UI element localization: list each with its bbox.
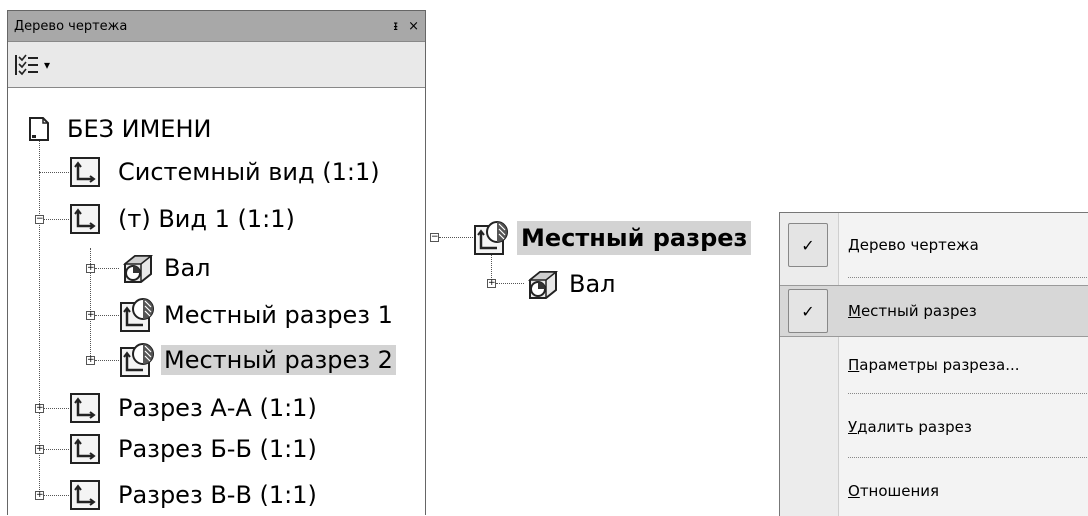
tree-node-label: Вал [164,254,211,282]
tree-node-label: Местный разрез 1 [164,301,393,329]
menu-item-local-cut[interactable]: ✓ Местный разрез [780,285,1088,337]
menu-separator [848,277,1088,278]
panel-title: Дерево чертежа [14,18,128,34]
drawing-tree: − + + + + + + БЕЗ ИМЕНИ Системный вид (1… [8,88,425,515]
expand-toggle[interactable]: + [35,491,44,500]
panel-toolbar: ▾ [8,42,425,88]
menu-item-label: Параметры разреза... [848,356,1020,374]
menu-item-cut-parameters[interactable]: Параметры разреза... [780,343,1088,387]
expand-toggle[interactable]: + [35,445,44,454]
tree-line [44,219,69,220]
document-icon [28,116,50,142]
local-cut-icon [119,342,155,378]
tree-node-label: Системный вид (1:1) [118,158,380,186]
expand-toggle[interactable]: + [86,311,95,320]
view-icon [69,156,101,188]
local-cut-icon [119,297,155,333]
tree-line [95,268,119,269]
menu-item-label: Отношения [848,482,940,500]
collapse-toggle[interactable]: − [35,215,44,224]
view-icon [69,392,101,424]
tree-node-local-cut-2[interactable]: Местный разрез 2 [119,341,396,379]
tree-node-label: БЕЗ ИМЕНИ [67,115,212,143]
tree-node-shaft[interactable]: Вал [119,249,214,287]
menu-separator [848,393,1088,394]
tree-node-system-view[interactable]: Системный вид (1:1) [69,153,383,191]
part-icon [524,266,560,302]
menu-item-delete-cut[interactable]: Удалить разрез [780,405,1088,449]
collapse-toggle[interactable]: − [430,233,439,242]
tree-line [44,495,69,496]
tree-node-local-cut-1[interactable]: Местный разрез 1 [119,296,396,334]
local-cut-icon [473,220,509,256]
panel-titlebar: Дерево чертежа ᵻ × [8,11,425,42]
tree-line [39,172,69,173]
tree-line [95,360,119,361]
tree-node-label-selected: Местный разрез [517,221,752,255]
expand-toggle[interactable]: + [86,264,95,273]
close-icon[interactable]: × [408,19,419,34]
tree-view-mode-button[interactable]: ▾ [14,53,50,77]
tree-line [95,315,119,316]
menu-item-label: Дерево чертежа [848,236,979,254]
tree-node-label: (т) Вид 1 (1:1) [118,205,295,233]
tree-line [39,134,40,496]
menu-item-label: Удалить разрез [848,418,972,436]
tree-line [44,408,69,409]
tree-node-label: Вал [569,270,616,298]
tree-node-section-vv[interactable]: Разрез В-В (1:1) [69,476,320,514]
pin-icon[interactable]: ᵻ [393,19,398,34]
tree-node-label: Разрез Б-Б (1:1) [118,435,317,463]
drawing-tree-panel: Дерево чертежа ᵻ × ▾ − + + + + + + БЕЗ И… [7,10,426,515]
tree-node-section-bb[interactable]: Разрез Б-Б (1:1) [69,430,320,468]
tree-node-shaft[interactable]: Вал [524,265,619,303]
view-icon [69,479,101,511]
check-icon: ✓ [788,289,828,333]
expand-toggle[interactable]: + [487,279,496,288]
tree-list-icon [15,54,38,75]
context-menu: ✓ Дерево чертежа ✓ Местный разрез Параме… [779,212,1088,516]
menu-item-relations[interactable]: Отношения [780,469,1088,513]
tree-node-local-cut[interactable]: Местный разрез [473,219,752,257]
tree-node-label-selected: Местный разрез 2 [161,345,396,375]
view-icon [69,433,101,465]
expand-toggle[interactable]: + [35,404,44,413]
tree-line [496,283,524,284]
tree-fragment: − + Местный разрез Вал [430,212,780,302]
tree-node-label: Разрез В-В (1:1) [118,481,317,509]
part-icon [119,250,155,286]
tree-root-node[interactable]: БЕЗ ИМЕНИ [28,110,214,148]
check-icon: ✓ [788,223,828,267]
tree-node-label: Разрез А-А (1:1) [118,394,317,422]
menu-item-label: Местный разрез [848,302,977,320]
dropdown-arrow-icon[interactable]: ▾ [44,58,50,72]
menu-separator [848,457,1088,458]
tree-line [439,237,473,238]
tree-line [44,449,69,450]
tree-node-section-aa[interactable]: Разрез А-А (1:1) [69,389,320,427]
expand-toggle[interactable]: + [86,356,95,365]
menu-item-drawing-tree[interactable]: ✓ Дерево чертежа [780,217,1088,273]
tree-node-view1[interactable]: (т) Вид 1 (1:1) [69,200,298,238]
view-icon [69,203,101,235]
